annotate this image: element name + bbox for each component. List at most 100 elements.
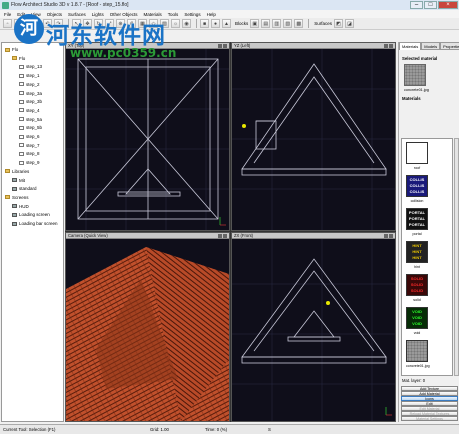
project-tree[interactable]: Flo Flo step_13 step_1 step_2 step_3a step_3b s… — [1, 42, 64, 422]
zoom-icon[interactable]: ⊕ — [116, 19, 125, 28]
rotate-icon[interactable]: ↻ — [94, 19, 103, 28]
tree-item[interactable]: step_1 — [19, 72, 40, 79]
menu-surfaces[interactable]: Surfaces — [68, 12, 86, 17]
wireframe-icon[interactable]: ◇ — [149, 19, 158, 28]
surface-b-icon[interactable]: ◪ — [345, 19, 355, 28]
file-icon — [19, 108, 24, 113]
viewport-front[interactable]: ZX (Front) — [231, 232, 396, 422]
tab-properties[interactable]: Properties — [440, 42, 459, 50]
menu-other-objects[interactable]: Other Objects — [110, 12, 138, 17]
tree-item[interactable]: step_5a — [19, 116, 42, 123]
surface-a-icon[interactable]: ◩ — [334, 19, 344, 28]
menu-objects[interactable]: Objects — [47, 12, 62, 17]
menu-edit[interactable]: Edit — [17, 12, 25, 17]
texture-icon[interactable]: ▧ — [160, 19, 169, 28]
blocks-label[interactable]: Blocks — [235, 21, 248, 26]
tree-item[interactable]: standard — [12, 185, 37, 192]
minimize-button[interactable]: – — [410, 1, 423, 9]
surfaces-label[interactable]: Surfaces — [314, 21, 332, 26]
tree-item-label: step_5a — [26, 116, 43, 122]
viewport-maximize-icon[interactable] — [389, 44, 393, 48]
viewport-camera-render — [66, 239, 229, 421]
block-c-icon[interactable]: ▥ — [272, 19, 282, 28]
viewport-menu-icon[interactable] — [384, 44, 388, 48]
redo-icon[interactable]: ↷ — [54, 19, 63, 28]
snap-icon[interactable]: ▦ — [138, 19, 147, 28]
materials-list[interactable]: roof COLLIS COLLIS COLLIS collision PORTAL POR… — [401, 138, 453, 376]
tree-item[interactable]: step_6 — [19, 133, 40, 140]
tree-item[interactable]: step_7 — [19, 142, 40, 149]
close-button[interactable]: × — [438, 1, 458, 9]
material-swatch[interactable]: SOLID SOLID SOLID — [406, 274, 428, 296]
block-a-icon[interactable]: ▣ — [250, 19, 260, 28]
tree-item[interactable]: step_13 — [19, 63, 42, 70]
menu-help[interactable]: Help — [207, 12, 216, 17]
scale-icon[interactable]: ⤢ — [105, 19, 114, 28]
tree-item[interactable]: step_4 — [19, 107, 40, 114]
tree-item[interactable]: HUD — [12, 203, 29, 210]
select-icon[interactable]: ↖ — [72, 19, 81, 28]
tree-item[interactable]: Mit — [12, 177, 25, 184]
grid-icon[interactable]: # — [127, 19, 136, 28]
block-e-icon[interactable]: ▩ — [294, 19, 304, 28]
tree-item[interactable]: step_5b — [19, 124, 42, 131]
menu-settings[interactable]: Settings — [184, 12, 200, 17]
block-b-icon[interactable]: ▤ — [261, 19, 271, 28]
menu-materials[interactable]: Materials — [144, 12, 162, 17]
wedge-icon[interactable]: ▲ — [222, 19, 231, 28]
tab-models[interactable]: Models — [421, 42, 441, 50]
tree-item[interactable]: Flo — [12, 55, 25, 62]
viewport-left[interactable]: YZ (Left) — [231, 42, 396, 231]
tree-item[interactable]: step_2 — [19, 81, 40, 88]
tree-item[interactable]: Screens — [5, 194, 29, 201]
box-icon[interactable]: ■ — [200, 19, 209, 28]
tree-item[interactable]: step_3a — [19, 90, 42, 97]
menu-lights[interactable]: Lights — [92, 12, 104, 17]
viewport-maximize-icon[interactable] — [389, 234, 393, 238]
tab-materials[interactable]: Materials — [399, 42, 422, 50]
menu-view[interactable]: View — [31, 12, 41, 17]
cylinder-icon[interactable]: ● — [211, 19, 220, 28]
material-swatch[interactable] — [406, 340, 428, 362]
tree-item[interactable]: Libraries — [5, 168, 29, 175]
viewport-camera[interactable]: Camera (Quick View) — [65, 232, 230, 422]
material-swatch[interactable]: PORTAL PORTAL PORTAL — [406, 208, 428, 230]
material-swatch[interactable]: COLLIS COLLIS COLLIS — [406, 175, 428, 197]
viewport-maximize-icon[interactable] — [223, 234, 227, 238]
file-icon — [19, 64, 24, 69]
menu-file[interactable]: File — [4, 12, 11, 17]
viewport-front-canvas — [232, 239, 395, 421]
materials-scrollbar[interactable] — [454, 138, 459, 376]
folder-icon — [5, 195, 10, 200]
open-folder-icon[interactable]: ▭ — [14, 19, 23, 28]
tree-item[interactable]: step_3b — [19, 98, 42, 105]
new-file-icon[interactable]: ▫ — [3, 19, 12, 28]
light-icon[interactable]: ☼ — [171, 19, 180, 28]
menu-tools[interactable]: Tools — [168, 12, 179, 17]
tree-item[interactable]: Loading bar screen — [12, 220, 58, 227]
tree-item-label: step_8 — [26, 151, 40, 157]
save-icon[interactable]: ▪ — [25, 19, 34, 28]
viewport-top[interactable]: XY (Top) — [65, 42, 230, 231]
camera-icon[interactable]: ◉ — [182, 19, 191, 28]
block-d-icon[interactable]: ▨ — [283, 19, 293, 28]
material-name: collision — [410, 199, 424, 203]
move-icon[interactable]: ✥ — [83, 19, 92, 28]
undo-icon[interactable]: ↶ — [43, 19, 52, 28]
viewport-menu-icon[interactable] — [218, 234, 222, 238]
file-icon — [19, 99, 24, 104]
tree-item-label: Libraries — [12, 168, 30, 174]
viewport-maximize-icon[interactable] — [223, 44, 227, 48]
maximize-button[interactable]: □ — [424, 1, 437, 9]
tree-item[interactable]: step_8 — [19, 150, 40, 157]
tree-item[interactable]: Loading screen — [12, 211, 50, 218]
material-swatch[interactable]: VOID VOID VOID — [406, 307, 428, 329]
tree-item-label: Mit — [19, 177, 25, 183]
material-settings-button[interactable]: Material Settings — [401, 416, 458, 421]
material-swatch[interactable]: HINT HINT HINT — [406, 241, 428, 263]
viewport-menu-icon[interactable] — [384, 234, 388, 238]
material-swatch[interactable] — [406, 142, 428, 164]
viewport-menu-icon[interactable] — [218, 44, 222, 48]
tree-item[interactable]: step_9 — [19, 159, 40, 166]
tree-item[interactable]: Flo — [5, 46, 18, 53]
